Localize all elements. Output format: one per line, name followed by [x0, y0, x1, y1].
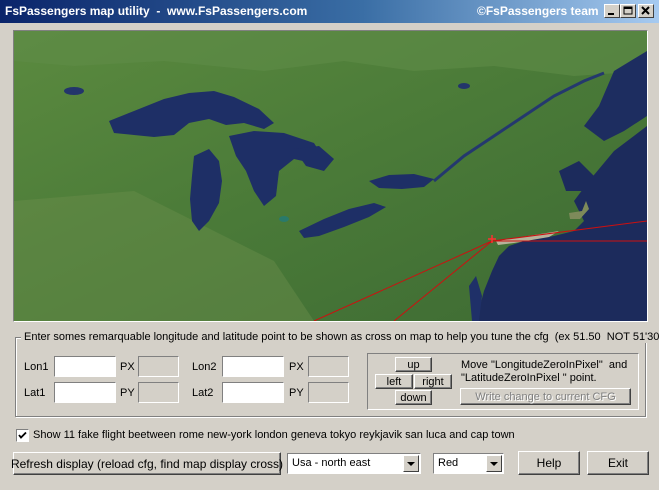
title-bar[interactable]: FsPassengers map utility - www.FsPasseng…	[0, 0, 659, 23]
move-right-button[interactable]: right	[414, 374, 452, 389]
window-title: FsPassengers map utility - www.FsPasseng…	[5, 4, 308, 18]
px2-field	[308, 356, 349, 377]
lon1-input[interactable]	[54, 356, 116, 377]
lon2-label: Lon2	[192, 361, 217, 373]
maximize-button[interactable]	[620, 4, 636, 18]
color-select[interactable]: Red	[433, 453, 504, 474]
color-dropdown-button[interactable]	[486, 455, 502, 472]
close-icon	[641, 6, 650, 15]
write-cfg-button[interactable]: Write change to current CFG	[460, 388, 631, 405]
lat2-input[interactable]	[222, 382, 284, 403]
move-up-button[interactable]: up	[395, 357, 432, 372]
lon1-label: Lon1	[24, 361, 49, 373]
region-select-value: Usa - north east	[292, 457, 371, 469]
move-description-line2: "LatitudeZeroInPixel " point.	[461, 372, 597, 384]
maximize-icon	[623, 6, 633, 15]
checkmark-icon	[18, 431, 27, 439]
color-select-value: Red	[438, 457, 459, 469]
lat1-label: Lat1	[24, 387, 46, 399]
region-select[interactable]: Usa - north east	[287, 453, 421, 474]
map-view[interactable]	[13, 30, 648, 322]
px1-label: PX	[120, 361, 135, 373]
py1-label: PY	[120, 387, 135, 399]
lat1-input[interactable]	[54, 382, 116, 403]
px2-label: PX	[289, 361, 304, 373]
move-down-button[interactable]: down	[395, 390, 432, 405]
py2-label: PY	[289, 387, 304, 399]
py1-field	[138, 382, 179, 403]
lat2-label: Lat2	[192, 387, 214, 399]
chevron-down-icon	[490, 462, 498, 466]
tuning-legend: Enter somes remarquable longitude and la…	[21, 331, 659, 343]
py2-field	[308, 382, 349, 403]
help-button[interactable]: Help	[518, 451, 580, 475]
refresh-display-button[interactable]: Refresh display (reload cfg, find map di…	[11, 452, 283, 475]
lon2-input[interactable]	[222, 356, 284, 377]
close-button[interactable]	[638, 4, 654, 18]
write-cfg-label: Write change to current CFG	[475, 390, 616, 403]
region-dropdown-button[interactable]	[403, 455, 419, 472]
minimize-button[interactable]	[604, 4, 620, 18]
exit-button[interactable]: Exit	[587, 451, 649, 475]
chevron-down-icon	[407, 462, 415, 466]
window-credit: ©FsPassengers team	[477, 4, 599, 18]
move-left-button[interactable]: left	[375, 374, 413, 389]
move-description-line1: Move "LongitudeZeroInPixel" and	[461, 359, 628, 371]
fake-flights-checkbox[interactable]	[16, 429, 29, 442]
satellite-map-image	[14, 31, 647, 321]
minimize-icon	[608, 13, 614, 15]
px1-field	[138, 356, 179, 377]
fake-flights-label[interactable]: Show 11 fake flight beetween rome new-yo…	[33, 429, 515, 441]
